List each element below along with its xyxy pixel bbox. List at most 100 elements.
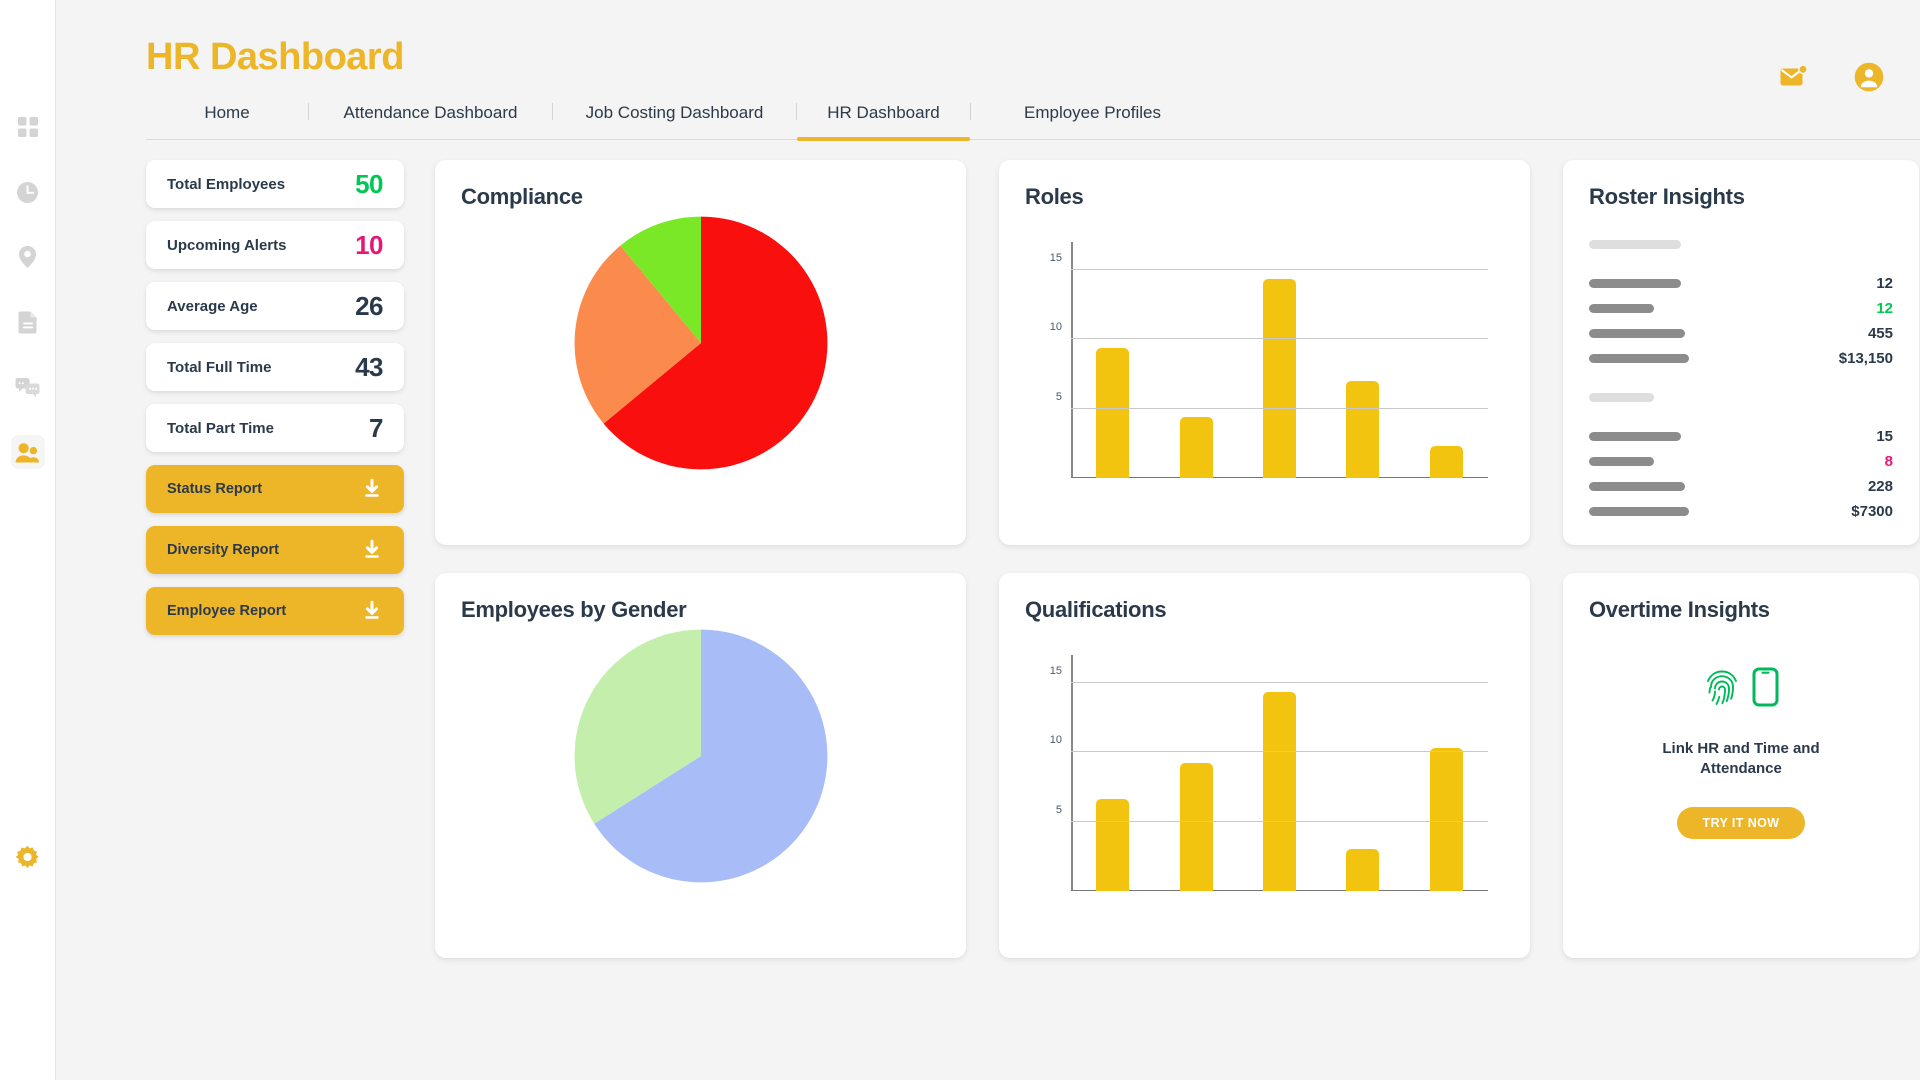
roster-insight-value: 12 xyxy=(1876,275,1893,292)
mail-button[interactable] xyxy=(1780,64,1810,89)
status-report-button[interactable]: Status Report xyxy=(146,465,404,513)
roster-insight-row xyxy=(1589,385,1893,410)
kpi-upcoming-alerts: Upcoming Alerts 10 xyxy=(146,221,404,269)
y-axis-tick-label: 15 xyxy=(1049,664,1062,677)
tab-home[interactable]: Home xyxy=(146,103,308,139)
bar xyxy=(1346,380,1380,478)
diversity-report-button[interactable]: Diversity Report xyxy=(146,526,404,574)
redacted-label-bar xyxy=(1589,482,1685,491)
roster-insight-row: 12 xyxy=(1589,271,1893,296)
tab-label: Job Costing Dashboard xyxy=(585,103,764,122)
plot-area: 5 10 15 xyxy=(1050,655,1488,891)
gridline xyxy=(1071,751,1488,753)
plot-area: 5 10 15 xyxy=(1050,242,1488,478)
kpi-label: Total Full Time xyxy=(167,358,272,376)
kpi-label: Total Employees xyxy=(167,175,286,193)
bar xyxy=(1179,763,1213,891)
card-title: Qualifications xyxy=(1025,597,1167,622)
roster-insight-value: $13,150 xyxy=(1838,350,1893,367)
roster-insight-value: 455 xyxy=(1867,325,1893,342)
sidebar-item-people[interactable] xyxy=(10,435,45,469)
kpi-total-employees: Total Employees 50 xyxy=(146,160,404,208)
sidebar-item-grid[interactable] xyxy=(11,110,45,144)
kpi-column: Total Employees 50 Upcoming Alerts 10 Av… xyxy=(146,160,404,958)
report-label: Status Report xyxy=(167,481,263,497)
card-compliance: Compliance xyxy=(435,160,966,545)
roster-insight-row: 228 xyxy=(1589,474,1893,499)
employee-report-button[interactable]: Employee Report xyxy=(146,587,404,635)
tab-employee-profiles[interactable]: Employee Profiles xyxy=(971,103,1214,139)
bar xyxy=(1262,279,1296,478)
y-axis-tick-label: 10 xyxy=(1049,321,1062,334)
kpi-value: 50 xyxy=(355,168,383,199)
main-area: HR Dashboard Home Attendance Dashboard J… xyxy=(56,0,1920,1080)
y-axis-tick-label: 5 xyxy=(1055,390,1062,403)
bar xyxy=(1346,849,1380,891)
roster-insight-row: 12 xyxy=(1589,296,1893,321)
gridline xyxy=(1071,681,1488,683)
page-title: HR Dashboard xyxy=(146,36,404,78)
roster-insight-value: $7300 xyxy=(1851,503,1893,520)
gridline xyxy=(1071,407,1488,409)
card-overtime-insights: Overtime Insights Link HR and Time and A… xyxy=(1563,573,1919,958)
pie-svg xyxy=(574,216,827,470)
bars-container xyxy=(1071,655,1488,891)
y-axis-tick-label: 5 xyxy=(1055,803,1062,816)
tab-job-costing-dashboard[interactable]: Job Costing Dashboard xyxy=(553,103,796,139)
document-icon xyxy=(18,310,38,334)
tab-label: Attendance Dashboard xyxy=(343,103,518,122)
user-avatar-button[interactable] xyxy=(1854,62,1884,92)
promo-icons xyxy=(1704,667,1779,712)
card-roles: Roles 5 10 15 xyxy=(999,160,1530,545)
mobile-phone-icon xyxy=(1752,667,1779,712)
gridline xyxy=(1071,338,1488,340)
card-qualifications: Qualifications 5 10 15 xyxy=(999,573,1530,958)
try-it-now-button[interactable]: TRY IT NOW xyxy=(1676,806,1806,839)
tab-hr-dashboard[interactable]: HR Dashboard xyxy=(797,103,970,141)
promo-text: Link HR and Time and Attendance xyxy=(1662,740,1820,777)
report-label: Diversity Report xyxy=(167,542,280,558)
sidebar-item-time[interactable] xyxy=(11,175,45,209)
download-icon xyxy=(361,478,383,500)
sidebar-item-messages[interactable] xyxy=(11,370,45,404)
left-sidebar xyxy=(0,0,56,1080)
sidebar-item-settings[interactable] xyxy=(11,844,45,878)
tab-label: Employee Profiles xyxy=(1023,103,1161,122)
gender-pie-chart xyxy=(461,627,940,885)
kpi-label: Average Age xyxy=(167,297,258,315)
kpi-value: 26 xyxy=(355,290,383,321)
tab-label: Home xyxy=(204,103,250,122)
bar xyxy=(1096,799,1130,891)
mail-icon xyxy=(1780,64,1810,93)
sidebar-nav xyxy=(10,110,45,469)
people-icon xyxy=(15,442,40,463)
cards-grid: Compliance Roles 5 10 15 Roster Insights… xyxy=(435,160,1920,958)
sidebar-item-locations[interactable] xyxy=(11,240,45,274)
kpi-total-part-time: Total Part Time 7 xyxy=(146,404,404,452)
kpi-label: Total Part Time xyxy=(167,419,274,437)
roster-insight-row: $7300 xyxy=(1589,499,1893,524)
tab-label: HR Dashboard xyxy=(827,103,940,122)
tab-attendance-dashboard[interactable]: Attendance Dashboard xyxy=(309,103,552,139)
roster-insight-row: 15 xyxy=(1589,424,1893,449)
card-title: Roster Insights xyxy=(1589,184,1745,209)
bar xyxy=(1429,446,1463,478)
bar xyxy=(1096,347,1130,478)
roster-insight-row: $13,150 xyxy=(1589,346,1893,371)
sidebar-item-documents[interactable] xyxy=(11,305,45,339)
redacted-label-bar xyxy=(1589,457,1654,466)
kpi-value: 7 xyxy=(369,412,383,443)
chat-icon xyxy=(15,377,40,398)
gear-icon xyxy=(14,845,41,877)
grid-icon xyxy=(17,116,39,138)
y-axis-tick-label: 15 xyxy=(1049,251,1062,264)
redacted-label-bar xyxy=(1589,240,1681,249)
dashboard-content: Total Employees 50 Upcoming Alerts 10 Av… xyxy=(146,160,1920,958)
gridline xyxy=(1071,268,1488,270)
hr-dashboard-app: HR Dashboard Home Attendance Dashboard J… xyxy=(0,0,1920,1080)
location-pin-icon xyxy=(17,245,38,269)
roster-insight-value: 228 xyxy=(1867,478,1893,495)
